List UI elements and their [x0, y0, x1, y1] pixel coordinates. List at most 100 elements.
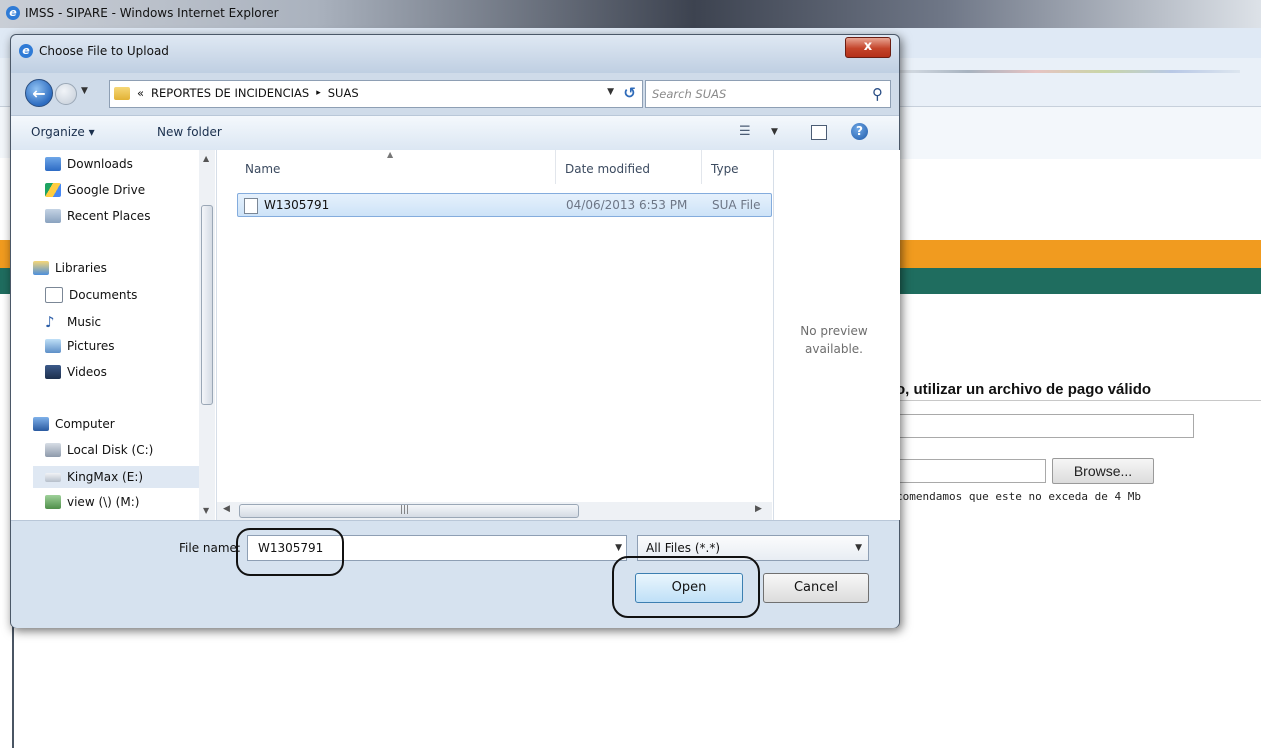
chevron-down-icon[interactable]: ▼ [855, 543, 862, 553]
nav-item-music[interactable]: ♪ Music [45, 313, 101, 331]
change-view-icon[interactable]: ☰ [739, 124, 751, 139]
local-disk-icon [45, 443, 61, 457]
nav-item-computer[interactable]: Computer [33, 417, 115, 431]
nav-item-view-network[interactable]: view (\) (M:) [45, 495, 139, 509]
nav-item-libraries[interactable]: Libraries [33, 261, 107, 275]
search-placeholder: Search SUAS [652, 87, 727, 101]
scroll-up-arrow-icon[interactable]: ▲ [203, 154, 209, 163]
browser-favorites-strip [900, 70, 1240, 73]
dialog-bottom-panel: File name: W1305791 ▼ All Files (*.*) ▼ … [11, 520, 899, 628]
column-divider[interactable] [701, 150, 702, 184]
address-bar[interactable]: « REPORTES DE INCIDENCIAS ▸ SUAS ▼ ↺ [109, 80, 643, 108]
pictures-icon [45, 339, 61, 353]
organize-button[interactable]: Organize ▾ [31, 125, 95, 139]
file-list: ▲ Name Date modified Type W1305791 04/06… [217, 150, 772, 520]
open-button-highlight-outline [612, 556, 760, 618]
libraries-icon [33, 261, 49, 275]
column-header-date-modified[interactable]: Date modified [565, 162, 650, 176]
nav-item-label: Documents [69, 288, 138, 302]
scroll-left-arrow-icon[interactable]: ◀ [223, 504, 230, 514]
removable-drive-icon [45, 472, 61, 482]
browse-button[interactable]: Browse... [1052, 458, 1154, 484]
horizontal-scrollbar-thumb[interactable]: ||| [239, 504, 579, 518]
nav-item-label: Google Drive [67, 183, 146, 197]
file-type: SUA File [712, 198, 761, 212]
file-name-dropdown-arrow[interactable]: ▼ [615, 543, 622, 553]
dialog-navigation-bar: ← ▼ « REPORTES DE INCIDENCIAS ▸ SUAS ▼ ↺… [11, 73, 899, 115]
close-button[interactable]: x [845, 37, 891, 58]
file-date-modified: 04/06/2013 6:53 PM [566, 198, 688, 212]
nav-item-label: Recent Places [67, 209, 151, 223]
cancel-button[interactable]: Cancel [763, 573, 869, 603]
help-icon[interactable]: ? [851, 123, 868, 140]
address-path: « REPORTES DE INCIDENCIAS ▸ SUAS [114, 86, 359, 100]
sort-ascending-icon: ▲ [387, 150, 394, 159]
file-name: W1305791 [264, 198, 330, 212]
page-file-size-note: comendamos que este no exceda de 4 Mb [896, 490, 1142, 503]
nav-item-label: view (\) (M:) [67, 495, 140, 509]
file-type-value: All Files (*.*) [646, 541, 721, 555]
breadcrumb-reportes[interactable]: REPORTES DE INCIDENCIAS [151, 86, 309, 100]
nav-item-label: Local Disk (C:) [67, 443, 154, 457]
folder-icon [114, 86, 130, 100]
breadcrumb-suas[interactable]: SUAS [328, 86, 359, 100]
nav-item-downloads[interactable]: Downloads [45, 157, 133, 171]
view-options-dropdown[interactable]: ▼ [771, 127, 778, 137]
file-upload-dialog: e Choose File to Upload x ← ▼ « REPORTES… [10, 34, 900, 628]
page-heading-rule [896, 400, 1261, 401]
dialog-titlebar[interactable]: e Choose File to Upload x [11, 35, 899, 73]
nav-item-kingmax[interactable]: KingMax (E:) [33, 466, 203, 488]
breadcrumb-separator[interactable]: ▸ [316, 88, 321, 98]
nav-item-label: KingMax (E:) [67, 470, 144, 484]
scroll-right-arrow-icon[interactable]: ▶ [755, 504, 762, 514]
nav-item-label: Downloads [67, 157, 133, 171]
nav-item-label: Computer [55, 417, 115, 431]
new-folder-button[interactable]: New folder [157, 125, 222, 139]
recent-places-icon [45, 209, 61, 223]
google-drive-icon [45, 183, 61, 197]
column-header-type[interactable]: Type [711, 162, 739, 176]
network-drive-icon [45, 495, 61, 509]
column-divider[interactable] [555, 150, 556, 184]
search-icon[interactable]: ⚲ [872, 85, 883, 103]
page-text-input[interactable] [896, 414, 1194, 438]
back-button[interactable]: ← [25, 79, 53, 107]
internet-explorer-icon: e [19, 44, 33, 58]
browser-titlebar: e IMSS - SIPARE - Windows Internet Explo… [0, 0, 1261, 28]
preview-pane: No preview available. [773, 150, 900, 520]
nav-item-recent-places[interactable]: Recent Places [45, 209, 150, 223]
downloads-folder-icon [45, 157, 61, 171]
music-icon: ♪ [45, 313, 55, 331]
browser-title: e IMSS - SIPARE - Windows Internet Explo… [6, 6, 279, 20]
address-overflow-chevrons[interactable]: « [137, 86, 144, 100]
dialog-title-text: Choose File to Upload [39, 44, 169, 58]
scroll-down-arrow-icon[interactable]: ▼ [203, 506, 209, 515]
nav-item-videos[interactable]: Videos [45, 365, 107, 379]
nav-item-pictures[interactable]: Pictures [45, 339, 115, 353]
address-dropdown-arrow[interactable]: ▼ [607, 87, 614, 97]
file-row-selected[interactable]: W1305791 04/06/2013 6:53 PM SUA File [237, 193, 772, 217]
page-file-path-input[interactable] [896, 459, 1046, 483]
nav-item-label: Videos [67, 365, 107, 379]
nav-item-documents[interactable]: Documents [45, 287, 137, 303]
forward-button[interactable] [55, 83, 77, 105]
nav-item-label: Libraries [55, 261, 107, 275]
file-name-label: File name: [179, 541, 241, 555]
column-header-name[interactable]: Name [245, 162, 280, 176]
dialog-toolbar: Organize ▾ New folder ☰ ▼ ? [11, 115, 899, 151]
scrollbar-grip-icon: ||| [400, 505, 410, 515]
navigation-scrollbar-thumb[interactable] [201, 205, 213, 405]
file-icon [244, 198, 258, 214]
page-heading: o, utilizar un archivo de pago válido [896, 381, 1152, 398]
recent-locations-dropdown[interactable]: ▼ [81, 86, 88, 96]
refresh-icon[interactable]: ↺ [623, 84, 636, 102]
nav-item-local-disk[interactable]: Local Disk (C:) [45, 443, 153, 457]
horizontal-scrollbar[interactable]: ◀ ||| ▶ [217, 502, 772, 520]
file-name-highlight-outline [236, 528, 344, 576]
browser-title-text: IMSS - SIPARE - Windows Internet Explore… [25, 6, 279, 20]
nav-item-google-drive[interactable]: Google Drive [45, 183, 145, 197]
navigation-scrollbar[interactable]: ▲ ▼ [199, 150, 215, 520]
search-input[interactable]: Search SUAS ⚲ [645, 80, 891, 108]
preview-message: No preview available. [800, 324, 868, 356]
preview-pane-icon[interactable] [811, 125, 827, 140]
